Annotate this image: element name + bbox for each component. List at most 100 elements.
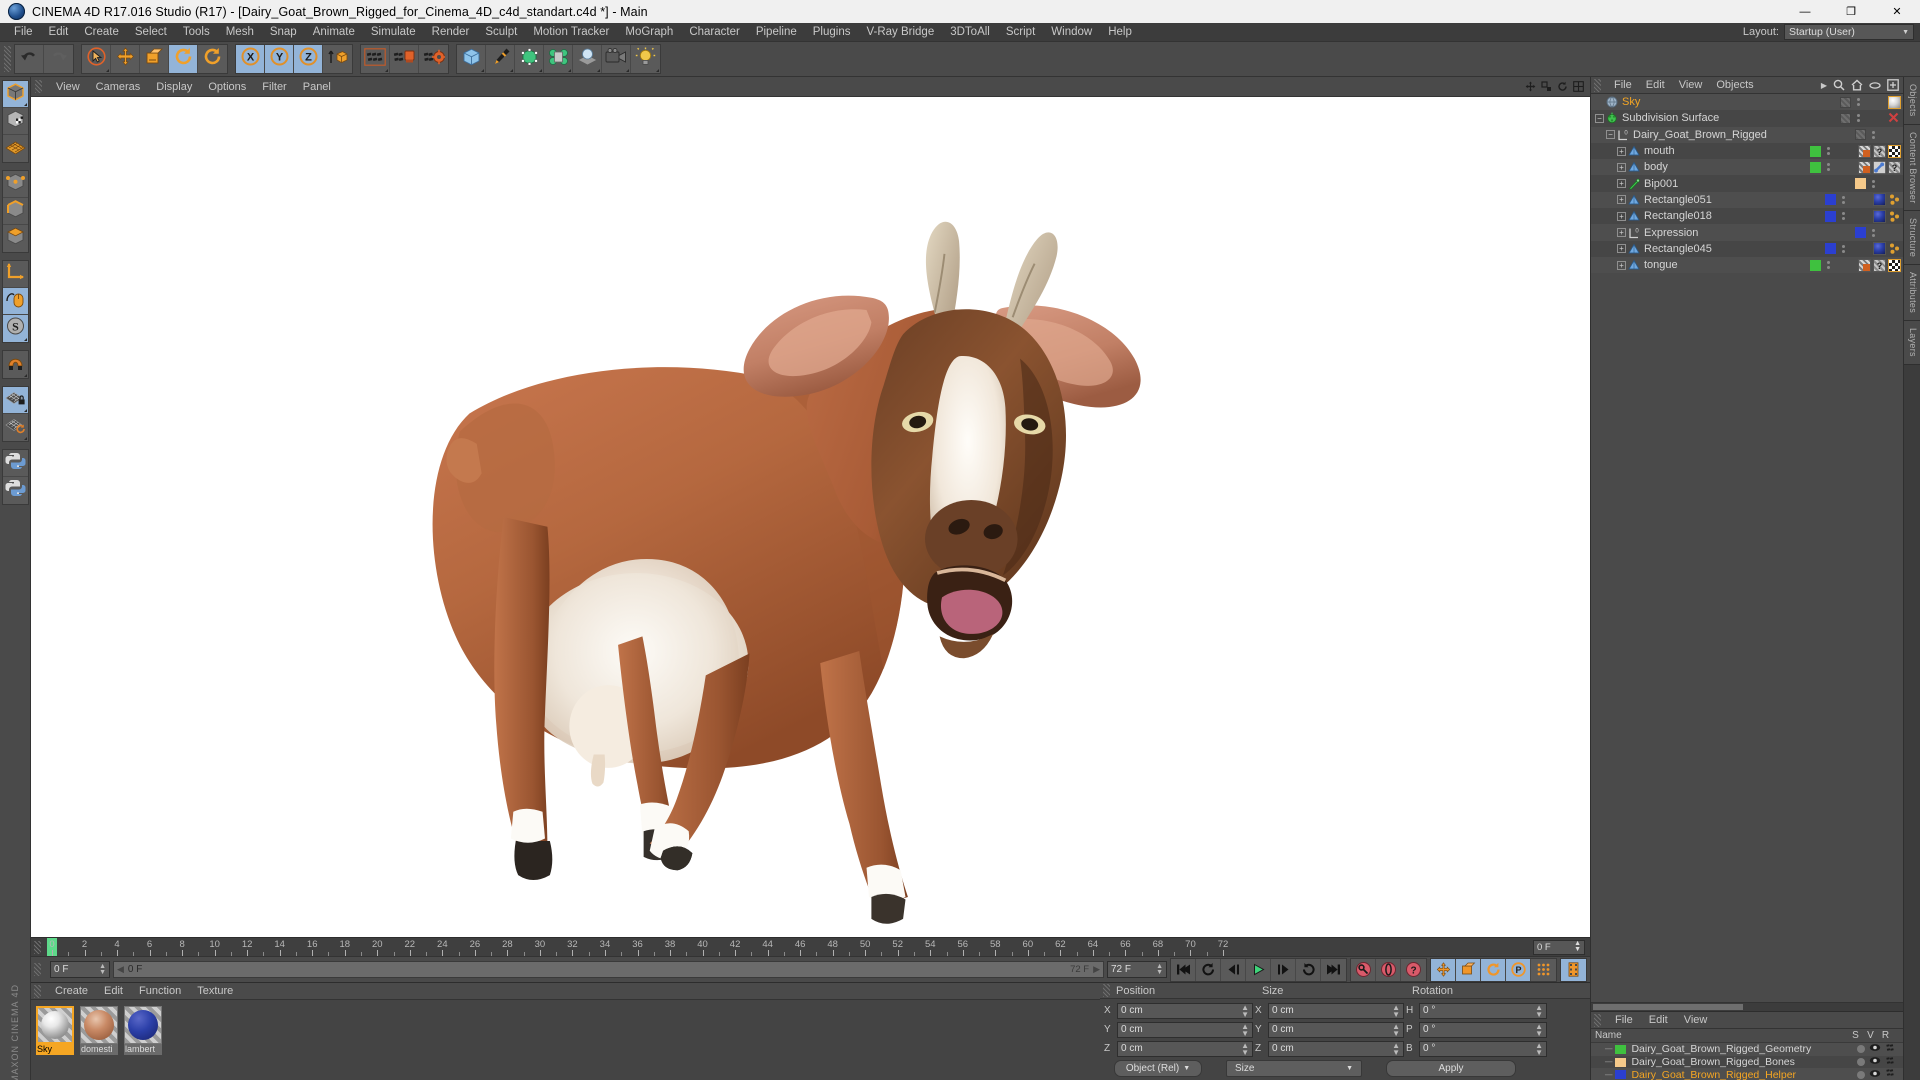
menu-item-mograph[interactable]: MoGraph: [617, 24, 681, 40]
layer-list[interactable]: ─ Dairy_Goat_Brown_Rigged_Geometry ─ Dairy_…: [1591, 1043, 1903, 1080]
material-item[interactable]: domesti: [80, 1006, 118, 1055]
material-preview-sky-material[interactable]: [36, 1006, 74, 1044]
layer-row[interactable]: ─ Dairy_Goat_Brown_Rigged_Bones: [1591, 1055, 1903, 1069]
snap-magnet-button[interactable]: [3, 351, 28, 378]
size-mode-dropdown[interactable]: Size ▼: [1226, 1060, 1362, 1077]
close-button[interactable]: ✕: [1874, 0, 1920, 23]
rotation-h-field[interactable]: 0 ° ▲ ▼: [1419, 1002, 1547, 1019]
object-row-mouth[interactable]: + mouth?: [1591, 142, 1903, 160]
layer-row[interactable]: ─ Dairy_Goat_Brown_Rigged_Geometry: [1591, 1043, 1903, 1056]
side-tab-objects[interactable]: Objects: [1904, 77, 1920, 125]
select-tool-button[interactable]: [82, 45, 111, 73]
object-manager-scrollbar[interactable]: [1591, 1002, 1903, 1011]
viewport-3d[interactable]: [31, 97, 1590, 937]
step-forward-button[interactable]: [1271, 958, 1296, 981]
tool-expand-corner-icon[interactable]: [106, 69, 109, 72]
viewport-menu-display[interactable]: Display: [148, 80, 200, 94]
layer-render-icon[interactable]: [1886, 1068, 1898, 1080]
layer-visible-icon[interactable]: [1869, 1056, 1881, 1068]
tag-blue-material-tag[interactable]: [1873, 209, 1886, 223]
search-icon[interactable]: [1833, 79, 1845, 91]
tool-expand-corner-icon[interactable]: [510, 69, 513, 72]
key-param-button[interactable]: P: [1506, 958, 1531, 981]
toolbar-grip[interactable]: [4, 46, 11, 72]
layer-manager-grip[interactable]: [1594, 1013, 1601, 1027]
menu-item-sculpt[interactable]: Sculpt: [477, 24, 525, 40]
add-deformer-button[interactable]: [544, 45, 573, 73]
timeline-track[interactable]: 0 2 4 6 8 10 12 14 16 18 20 22 24 26 28 30 32 34 36 38 40 42 4…: [45, 938, 1528, 956]
object-manager-grip[interactable]: [1594, 78, 1601, 92]
lock-z-button[interactable]: Z: [294, 45, 323, 73]
menu-item-v-ray-bridge[interactable]: V-Ray Bridge: [858, 24, 942, 40]
menu-item-render[interactable]: Render: [424, 24, 478, 40]
object-layer-color[interactable]: [1810, 145, 1821, 157]
object-menu-edit[interactable]: Edit: [1639, 79, 1672, 91]
layer-color-swatch[interactable]: [1615, 1057, 1627, 1067]
spinner-icon[interactable]: ▲ ▼: [1241, 1022, 1249, 1037]
scrub-left-arrow-icon[interactable]: ◀: [117, 964, 124, 975]
tool-expand-corner-icon[interactable]: [656, 69, 659, 72]
object-menu-view[interactable]: View: [1672, 79, 1710, 91]
record-keyframe-button[interactable]: [1351, 958, 1376, 981]
object-layer-color-empty[interactable]: [1840, 96, 1851, 108]
scale-view-icon[interactable]: [1541, 81, 1552, 92]
spinner-icon[interactable]: ▲ ▼: [1392, 1003, 1400, 1018]
viewport-menu-panel[interactable]: Panel: [295, 80, 339, 94]
undo-button[interactable]: [15, 45, 44, 73]
menu-item-plugins[interactable]: Plugins: [805, 24, 859, 40]
menu-item-help[interactable]: Help: [1100, 24, 1140, 40]
layer-row[interactable]: ─ Dairy_Goat_Brown_Rigged_Helper: [1591, 1068, 1903, 1080]
object-layer-color[interactable]: [1855, 227, 1866, 239]
visibility-dots[interactable]: [1872, 228, 1875, 237]
menu-item-pipeline[interactable]: Pipeline: [748, 24, 805, 40]
tag-sky-material-tag[interactable]: [1888, 95, 1901, 109]
material-item[interactable]: Sky: [36, 1006, 74, 1055]
object-row-rectangle051[interactable]: + Rectangle051: [1591, 191, 1903, 209]
spinner-icon[interactable]: ▲ ▼: [1241, 1041, 1249, 1056]
layer-solo-dot[interactable]: [1857, 1045, 1865, 1054]
material-preview-texture-material[interactable]: [80, 1006, 118, 1044]
side-tab-content-browser[interactable]: Content Browser: [1904, 124, 1920, 212]
size-z-field[interactable]: 0 cm ▲ ▼: [1268, 1040, 1404, 1057]
timeline-frame-field[interactable]: 0 F ▲ ▼: [1533, 939, 1585, 955]
rotate-view-icon[interactable]: [1557, 81, 1568, 92]
new-layer-icon[interactable]: [1887, 79, 1899, 91]
lock-x-button[interactable]: X: [236, 45, 265, 73]
tag-delete-x-tag[interactable]: [1888, 112, 1901, 125]
polygons-mode-button[interactable]: [3, 225, 28, 252]
menu-item-motion-tracker[interactable]: Motion Tracker: [525, 24, 617, 40]
size-x-field[interactable]: 0 cm ▲ ▼: [1268, 1002, 1404, 1019]
tag-texture-tag[interactable]: [1858, 144, 1871, 158]
menu-item-select[interactable]: Select: [127, 24, 175, 40]
spinner-icon[interactable]: ▲ ▼: [1392, 1022, 1400, 1037]
go-to-end-button[interactable]: [1321, 959, 1346, 981]
menu-item-3dtoall[interactable]: 3DToAll: [942, 24, 998, 40]
visibility-dots[interactable]: [1827, 163, 1830, 172]
timeline-filmstrip-button[interactable]: [1561, 958, 1586, 981]
expander-toggle[interactable]: +: [1617, 211, 1626, 221]
viewport-menu-view[interactable]: View: [48, 80, 88, 94]
material-item[interactable]: lambert: [124, 1006, 162, 1055]
layer-render-icon[interactable]: [1886, 1043, 1898, 1056]
end-frame-field[interactable]: 72 F ▲ ▼: [1107, 961, 1167, 978]
visibility-dots[interactable]: [1827, 261, 1830, 270]
expander-toggle[interactable]: +: [1617, 162, 1626, 172]
tag-dots-tag[interactable]: [1888, 210, 1901, 223]
scale-tool-button[interactable]: [140, 45, 169, 73]
expander-toggle[interactable]: −: [1595, 113, 1604, 123]
spinner-icon[interactable]: ▲ ▼: [99, 963, 106, 976]
object-layer-color[interactable]: [1810, 161, 1821, 173]
spinner-icon[interactable]: ▲ ▼: [1156, 963, 1163, 976]
menu-item-script[interactable]: Script: [998, 24, 1043, 40]
object-row-rectangle045[interactable]: + Rectangle045: [1591, 240, 1903, 257]
material-preview-lambert-material[interactable]: [124, 1006, 162, 1044]
visibility-dots[interactable]: [1842, 212, 1845, 221]
side-tab-attributes[interactable]: Attributes: [1904, 265, 1920, 322]
visibility-dots[interactable]: [1827, 147, 1830, 156]
object-row-body[interactable]: + body?: [1591, 159, 1903, 176]
expander-toggle[interactable]: +: [1617, 195, 1626, 205]
object-layer-color[interactable]: [1825, 243, 1836, 255]
object-layer-color-empty[interactable]: [1855, 129, 1866, 141]
add-cube-button[interactable]: [457, 45, 486, 73]
key-position-button[interactable]: [1431, 958, 1456, 981]
